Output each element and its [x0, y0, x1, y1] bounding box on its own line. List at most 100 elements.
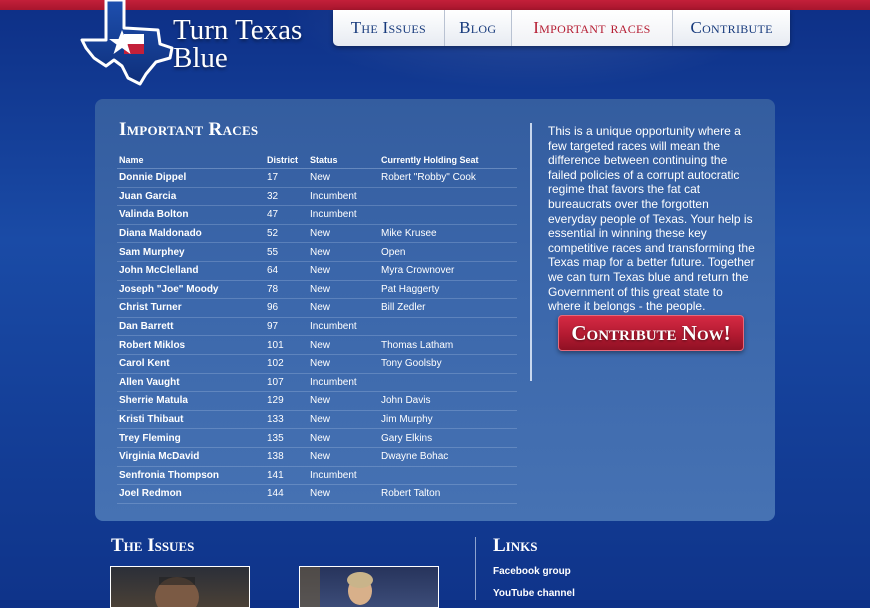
site-title[interactable]: Turn Texas Blue	[173, 16, 333, 73]
race-seat: Robert "Robby" Cook	[379, 168, 517, 188]
race-status: New	[308, 280, 379, 300]
race-district: 141	[265, 466, 308, 486]
race-seat: Robert Talton	[379, 484, 517, 504]
race-name: John McClelland	[117, 261, 265, 281]
race-district: 129	[265, 391, 308, 411]
race-status: New	[308, 298, 379, 318]
race-seat: Jim Murphy	[379, 410, 517, 430]
race-row: Juan Garcia 32 Incumbent	[117, 187, 517, 207]
race-district: 107	[265, 373, 308, 393]
race-district: 133	[265, 410, 308, 430]
header-district: District	[265, 151, 308, 169]
race-district: 32	[265, 187, 308, 207]
race-status: New	[308, 168, 379, 188]
race-district: 64	[265, 261, 308, 281]
race-row: Diana Maldonado 52 New Mike Krusee	[117, 224, 517, 244]
intro-text: This is a unique opportunity where a few…	[548, 124, 755, 314]
main-nav: The Issues Blog Important races Contribu…	[333, 10, 790, 46]
bottom-vertical-divider	[475, 537, 476, 600]
race-name: Joel Redmon	[117, 484, 265, 504]
race-district: 17	[265, 168, 308, 188]
race-row: Robert Miklos 101 New Thomas Latham	[117, 335, 517, 355]
race-name: Donnie Dippel	[117, 168, 265, 188]
race-district: 78	[265, 280, 308, 300]
issue-thumbnail-2[interactable]	[299, 566, 439, 608]
race-status: New	[308, 410, 379, 430]
race-name: Senfronia Thompson	[117, 466, 265, 486]
race-row: Carol Kent 102 New Tony Goolsby	[117, 354, 517, 374]
race-status: New	[308, 242, 379, 262]
race-status: New	[308, 391, 379, 411]
race-row: Donnie Dippel 17 New Robert "Robby" Cook	[117, 168, 517, 188]
race-name: Sam Murphey	[117, 242, 265, 262]
race-seat	[379, 373, 517, 393]
race-name: Virginia McDavid	[117, 447, 265, 467]
race-seat: Mike Krusee	[379, 224, 517, 244]
header-seat: Currently Holding Seat	[379, 151, 517, 169]
issue-thumbnail-1[interactable]	[110, 566, 250, 608]
race-seat: Tony Goolsby	[379, 354, 517, 374]
race-seat: Pat Haggerty	[379, 280, 517, 300]
race-name: Diana Maldonado	[117, 224, 265, 244]
race-name: Christ Turner	[117, 298, 265, 318]
issues-heading: The Issues	[111, 535, 195, 556]
links-heading: Links	[493, 535, 538, 556]
race-district: 101	[265, 335, 308, 355]
race-name: Robert Miklos	[117, 335, 265, 355]
race-district: 47	[265, 205, 308, 225]
vertical-divider	[530, 123, 532, 381]
link-facebook-group[interactable]: Facebook group	[493, 566, 571, 577]
race-seat: Bill Zedler	[379, 298, 517, 318]
race-status: Incumbent	[308, 466, 379, 486]
race-status: New	[308, 428, 379, 448]
race-name: Joseph "Joe" Moody	[117, 280, 265, 300]
race-district: 55	[265, 242, 308, 262]
race-district: 138	[265, 447, 308, 467]
race-name: Valinda Bolton	[117, 205, 265, 225]
races-table-header: Name District Status Currently Holding S…	[117, 151, 517, 169]
race-district: 52	[265, 224, 308, 244]
race-status: New	[308, 261, 379, 281]
race-name: Sherrie Matula	[117, 391, 265, 411]
link-youtube-channel[interactable]: YouTube channel	[493, 588, 575, 599]
race-status: Incumbent	[308, 373, 379, 393]
race-row: Allen Vaught 107 Incumbent	[117, 373, 517, 393]
race-name: Kristi Thibaut	[117, 410, 265, 430]
race-name: Allen Vaught	[117, 373, 265, 393]
person-photo-icon	[300, 567, 373, 607]
race-name: Juan Garcia	[117, 187, 265, 207]
race-status: Incumbent	[308, 317, 379, 337]
nav-item-important-races[interactable]: Important races	[511, 10, 674, 46]
race-status: New	[308, 224, 379, 244]
race-row: Trey Fleming 135 New Gary Elkins	[117, 428, 517, 448]
contribute-now-button[interactable]: Contribute Now!	[558, 315, 744, 351]
race-status: New	[308, 484, 379, 504]
nav-item-blog[interactable]: Blog	[445, 10, 512, 46]
nav-item-contribute[interactable]: Contribute	[673, 10, 790, 46]
race-row: Virginia McDavid 138 New Dwayne Bohac	[117, 447, 517, 467]
important-races-heading: Important Races	[119, 119, 259, 140]
nav-item-the-issues[interactable]: The Issues	[333, 10, 445, 46]
race-row: Sherrie Matula 129 New John Davis	[117, 391, 517, 411]
race-seat: Myra Crownover	[379, 261, 517, 281]
race-name: Dan Barrett	[117, 317, 265, 337]
race-status: New	[308, 354, 379, 374]
race-district: 144	[265, 484, 308, 504]
race-status: New	[308, 447, 379, 467]
race-row: Dan Barrett 97 Incumbent	[117, 317, 517, 337]
race-seat: Gary Elkins	[379, 428, 517, 448]
content-panel: Important Races Name District Status Cur…	[95, 99, 775, 521]
race-district: 97	[265, 317, 308, 337]
race-status: Incumbent	[308, 205, 379, 225]
race-row: Kristi Thibaut 133 New Jim Murphy	[117, 410, 517, 430]
header-name: Name	[117, 151, 265, 169]
race-row: Joseph "Joe" Moody 78 New Pat Haggerty	[117, 280, 517, 300]
header-status: Status	[308, 151, 379, 169]
race-seat: John Davis	[379, 391, 517, 411]
race-seat	[379, 317, 517, 337]
race-seat	[379, 187, 517, 207]
race-row: Sam Murphey 55 New Open	[117, 242, 517, 262]
race-district: 135	[265, 428, 308, 448]
race-district: 96	[265, 298, 308, 318]
race-status: New	[308, 335, 379, 355]
